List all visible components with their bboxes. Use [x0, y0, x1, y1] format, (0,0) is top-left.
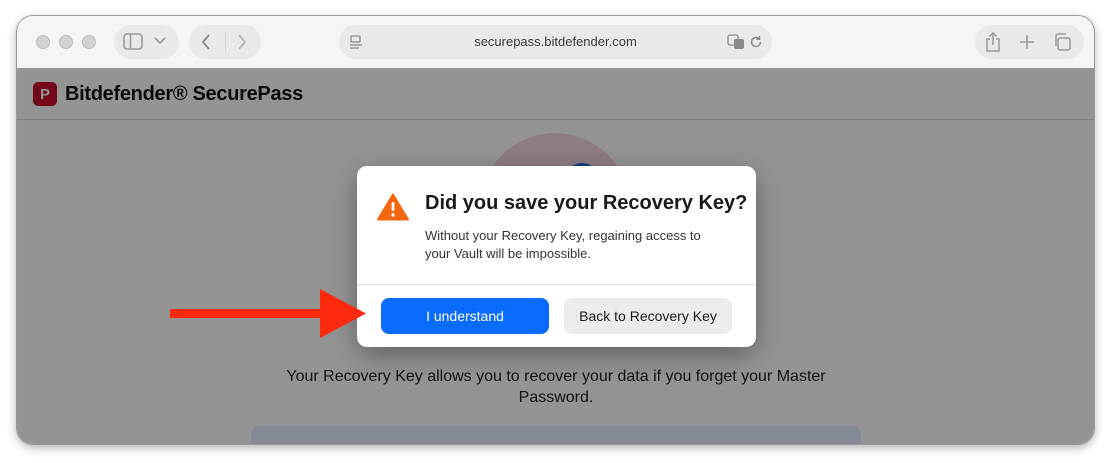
browser-window: securepass.bitdefender.com P Bitdefender… — [17, 16, 1094, 444]
annotation-arrow-icon — [170, 289, 366, 338]
forward-icon[interactable] — [237, 34, 247, 50]
sidebar-toggle[interactable] — [114, 25, 179, 59]
i-understand-button[interactable]: I understand — [381, 298, 549, 334]
confirm-dialog: Did you save your Recovery Key? Without … — [357, 166, 756, 347]
zoom-window-button[interactable] — [82, 35, 96, 49]
reload-icon[interactable] — [749, 35, 763, 49]
navigation-buttons — [189, 25, 261, 59]
address-bar[interactable]: securepass.bitdefender.com — [339, 25, 772, 59]
share-icon[interactable] — [985, 32, 1001, 52]
url-text: securepass.bitdefender.com — [474, 34, 637, 49]
web-page: P Bitdefender® SecurePass Your Recovery … — [17, 68, 1094, 444]
dialog-message: Without your Recovery Key, regaining acc… — [425, 228, 701, 261]
dialog-title: Did you save your Recovery Key? — [425, 192, 748, 214]
tabs-icon[interactable] — [1053, 33, 1071, 51]
warning-icon — [377, 193, 409, 226]
browser-toolbar: securepass.bitdefender.com — [17, 16, 1094, 68]
back-icon[interactable] — [201, 34, 211, 50]
dialog-divider — [357, 284, 756, 285]
toolbar-actions — [975, 25, 1084, 59]
chevron-down-icon — [154, 37, 166, 45]
new-tab-icon[interactable] — [1020, 35, 1034, 49]
close-window-button[interactable] — [36, 35, 50, 49]
translate-icon[interactable] — [727, 34, 745, 50]
back-to-recovery-key-button[interactable]: Back to Recovery Key — [564, 298, 732, 334]
minimize-window-button[interactable] — [59, 35, 73, 49]
sidebar-icon — [123, 33, 143, 50]
